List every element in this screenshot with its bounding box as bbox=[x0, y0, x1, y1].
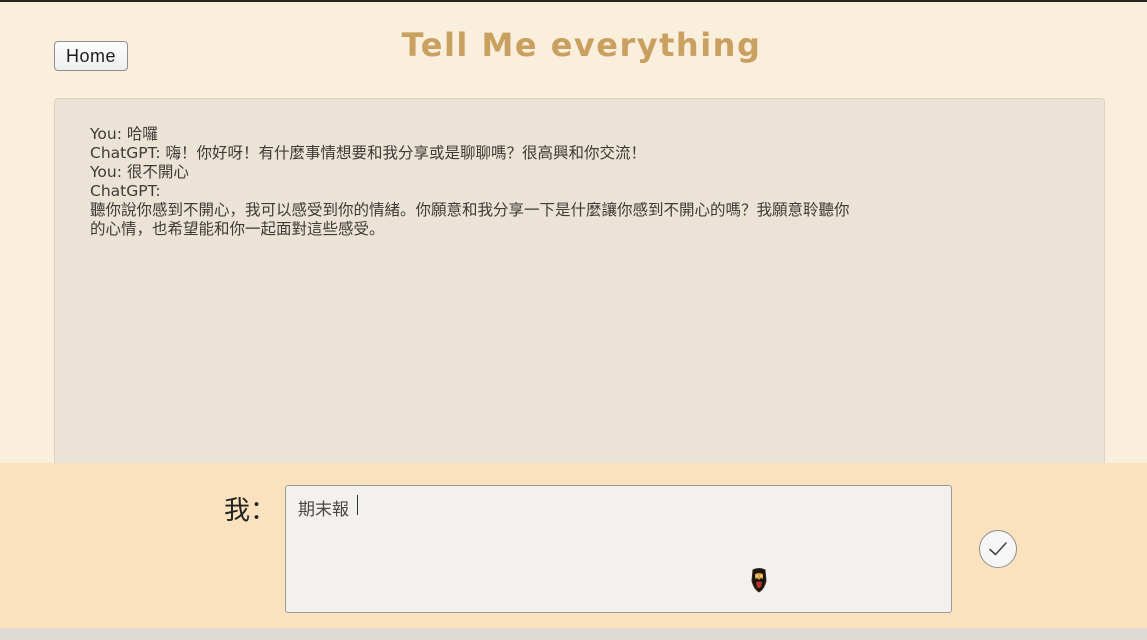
chat-line: ChatGPT: 嗨！你好呀！有什麼事情想要和我分享或是聊聊嗎？很高興和你交流！ bbox=[90, 144, 646, 162]
chat-line: You: 哈囉 bbox=[90, 125, 158, 143]
chat-line: You: 很不開心 bbox=[90, 163, 189, 181]
page-title: Tell Me everything bbox=[401, 26, 762, 64]
chat-line: 聽你說你感到不開心，我可以感受到你的情緒。你願意和我分享一下是什麼讓你感到不開心… bbox=[90, 201, 850, 219]
chat-line: 的心情，也希望能和你一起面對這些感受。 bbox=[90, 220, 385, 238]
chat-line: ChatGPT: bbox=[90, 182, 161, 200]
send-button[interactable] bbox=[979, 530, 1017, 568]
me-label: 我： bbox=[224, 496, 277, 526]
message-input[interactable] bbox=[285, 485, 952, 613]
bottom-strip bbox=[0, 628, 1147, 640]
chat-panel[interactable]: You: 哈囉 ChatGPT: 嗨！你好呀！有什麼事情想要和我分享或是聊聊嗎？… bbox=[54, 98, 1105, 465]
chat-log: You: 哈囉 ChatGPT: 嗨！你好呀！有什麼事情想要和我分享或是聊聊嗎？… bbox=[90, 125, 1040, 239]
window-top-border bbox=[0, 0, 1147, 2]
check-icon bbox=[989, 542, 1007, 556]
mouse-cursor-icon bbox=[751, 568, 767, 593]
text-caret bbox=[357, 495, 358, 515]
